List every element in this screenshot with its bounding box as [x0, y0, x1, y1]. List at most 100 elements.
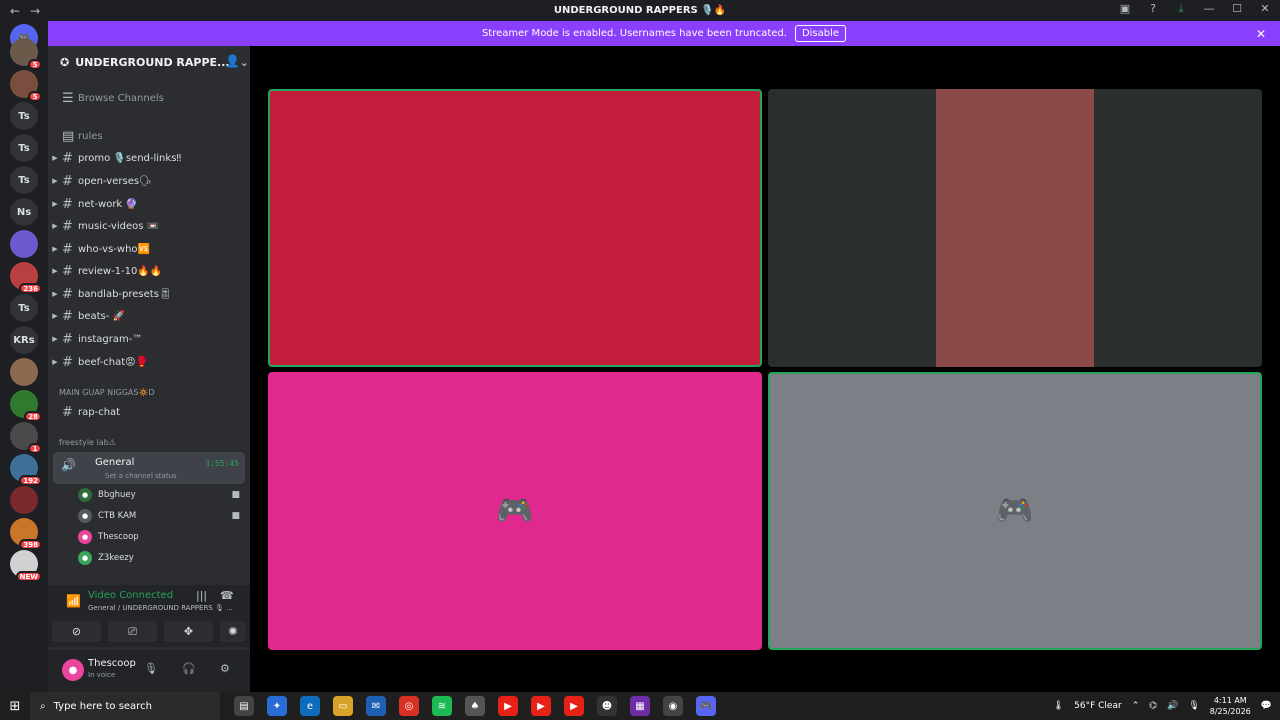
file-explorer-icon[interactable]: ▭ — [333, 696, 353, 716]
snapchat-icon[interactable]: ☻ — [597, 696, 617, 716]
channel-item[interactable]: ▶ # net-work 🔮 — [48, 194, 250, 214]
windows-start-icon[interactable]: ⊞ — [0, 699, 30, 714]
channel-item[interactable]: ▶ # beef-chat😡🥊 — [48, 352, 250, 372]
avatar[interactable]: ● — [62, 659, 84, 681]
server-icon[interactable]: 5 — [10, 70, 42, 102]
microphone-tray-icon[interactable]: 🎙 — [1188, 701, 1199, 711]
back-arrow-icon[interactable]: ← — [10, 4, 20, 18]
voice-user[interactable]: ● Thescoop — [78, 527, 248, 547]
twitch-icon[interactable]: ▦ — [630, 696, 650, 716]
channel-item[interactable]: ▶ # promo 🎙️send-links‼ — [48, 148, 250, 168]
server-icon[interactable]: 1 — [10, 422, 42, 454]
channel-item[interactable]: ▶ # open-verses🗣 — [48, 171, 250, 191]
outlook-icon[interactable]: ✉ — [366, 696, 386, 716]
server-icon[interactable]: 192 — [10, 454, 42, 486]
task-view-icon[interactable]: ▤ — [234, 696, 254, 716]
screen-share-button[interactable]: ⎚ — [108, 621, 157, 642]
channel-item[interactable]: ▶ # bandlab-presets🎚 — [48, 284, 250, 304]
expand-arrow-icon[interactable]: ▶ — [48, 335, 62, 343]
server-icon[interactable]: Ts — [10, 134, 38, 162]
network-icon[interactable]: ⌬ — [1149, 701, 1157, 711]
youtube-icon[interactable]: ▶ — [531, 696, 551, 716]
server-icon[interactable]: 236 — [10, 262, 42, 294]
signal-icon[interactable]: 📶 — [66, 594, 81, 608]
category-main[interactable]: MAIN GUAP NIGGAS🔅D — [59, 388, 155, 397]
activities-button[interactable]: ✥ — [164, 621, 213, 642]
channel-item[interactable]: ▶ # review-1-10🔥🔥 — [48, 261, 250, 281]
spotify-icon[interactable]: ≋ — [432, 696, 452, 716]
add-member-icon[interactable]: 👤 — [225, 54, 240, 68]
channel-item[interactable]: ▶ # beats- 🚀 — [48, 306, 250, 326]
voice-channel-general[interactable]: 🔊 General Set a channel status 3:55:45 — [53, 452, 245, 484]
server-icon[interactable]: 28 — [10, 390, 42, 422]
disable-button[interactable]: Disable — [794, 25, 847, 42]
microphone-icon[interactable]: 🎙 — [144, 662, 158, 675]
browse-channels[interactable]: ☰ Browse Channels — [48, 88, 250, 108]
server-icon[interactable]: 5 — [10, 38, 42, 70]
channel-item[interactable]: ▶ # who-vs-who🆚 — [48, 239, 250, 259]
voice-user[interactable]: ● Bbghuey ■ — [78, 485, 248, 505]
server-header[interactable]: ✪ UNDERGROUND RAPPE... ⌄ 👤 — [48, 46, 250, 78]
edge-browser-icon[interactable]: e — [300, 696, 320, 716]
channel-item[interactable]: ▶ # instagram-™ — [48, 329, 250, 349]
video-tile[interactable]: 🎮 — [268, 372, 762, 650]
video-tile[interactable] — [268, 89, 762, 367]
expand-arrow-icon[interactable]: ▶ — [48, 290, 62, 298]
expand-arrow-icon[interactable]: ▶ — [48, 358, 62, 366]
weather-text[interactable]: 56°F Clear — [1074, 701, 1122, 711]
disconnect-icon[interactable]: ☎ — [220, 589, 234, 602]
expand-arrow-icon[interactable]: ▶ — [48, 222, 62, 230]
download-icon[interactable]: ⤓ — [1174, 2, 1188, 16]
soundboard-button[interactable]: ✺ — [220, 621, 246, 642]
help-icon[interactable]: ? — [1146, 2, 1160, 16]
server-icon[interactable]: 398 — [10, 518, 42, 550]
inbox-icon[interactable]: ▣ — [1118, 2, 1132, 16]
server-icon[interactable]: NEW — [10, 550, 42, 582]
forward-arrow-icon[interactable]: → — [30, 4, 40, 18]
server-icon[interactable] — [10, 230, 38, 258]
copilot-icon[interactable]: ✦ — [267, 696, 287, 716]
server-icon[interactable]: Ts — [10, 166, 38, 194]
category-freestyle[interactable]: freestyle lab⚠ — [59, 438, 116, 447]
notifications-icon[interactable]: 💬 — [1261, 701, 1272, 711]
channel-rap-chat[interactable]: # rap-chat — [48, 402, 250, 422]
chevron-up-icon[interactable]: ⌃ — [1132, 701, 1140, 711]
server-icon[interactable]: Ts — [10, 102, 38, 130]
expand-arrow-icon[interactable]: ▶ — [48, 245, 62, 253]
app-icon[interactable]: ♠ — [465, 696, 485, 716]
noise-suppression-icon[interactable]: ||| — [196, 589, 207, 602]
settings-gear-icon[interactable]: ⚙ — [220, 662, 230, 675]
expand-arrow-icon[interactable]: ▶ — [48, 177, 62, 185]
server-icon[interactable] — [10, 486, 38, 514]
discord-taskbar-icon[interactable]: 🎮 — [696, 696, 716, 716]
channel-item[interactable]: ▤ rules — [48, 126, 250, 146]
obs-icon[interactable]: ◉ — [663, 696, 683, 716]
youtube-icon[interactable]: ▶ — [564, 696, 584, 716]
connection-location[interactable]: General / UNDERGROUND RAPPERS 🎙 ... — [88, 604, 233, 612]
connection-status[interactable]: Video Connected — [88, 590, 173, 601]
taskbar-search[interactable]: ⌕ Type here to search — [30, 692, 220, 720]
maximize-button[interactable]: ☐ — [1230, 2, 1244, 16]
server-icon[interactable] — [10, 358, 38, 386]
volume-icon[interactable]: 🔊 — [1167, 701, 1178, 711]
close-icon[interactable]: ✕ — [1256, 27, 1266, 41]
headphones-icon[interactable]: 🎧 — [182, 662, 196, 675]
minimize-button[interactable]: — — [1202, 2, 1216, 16]
voice-user[interactable]: ● CTB KAM ■ — [78, 506, 248, 526]
server-icon[interactable]: Ns — [10, 198, 38, 226]
voice-user[interactable]: ● Z3keezy — [78, 548, 248, 568]
expand-arrow-icon[interactable]: ▶ — [48, 312, 62, 320]
camera-off-button[interactable]: ⊘ — [52, 621, 101, 642]
server-icon[interactable]: Ts — [10, 294, 38, 322]
channel-status[interactable]: Set a channel status — [105, 472, 177, 480]
clock[interactable]: 4:11 AM 8/25/2026 — [1210, 695, 1251, 717]
user-name[interactable]: Thescoop — [88, 658, 136, 669]
close-window-button[interactable]: ✕ — [1258, 2, 1272, 16]
video-tile[interactable]: 🎮 — [768, 372, 1262, 650]
video-tile[interactable] — [768, 89, 1262, 367]
server-icon[interactable]: KRs — [10, 326, 38, 354]
expand-arrow-icon[interactable]: ▶ — [48, 200, 62, 208]
expand-arrow-icon[interactable]: ▶ — [48, 154, 62, 162]
chrome-icon[interactable]: ◎ — [399, 696, 419, 716]
youtube-icon[interactable]: ▶ — [498, 696, 518, 716]
